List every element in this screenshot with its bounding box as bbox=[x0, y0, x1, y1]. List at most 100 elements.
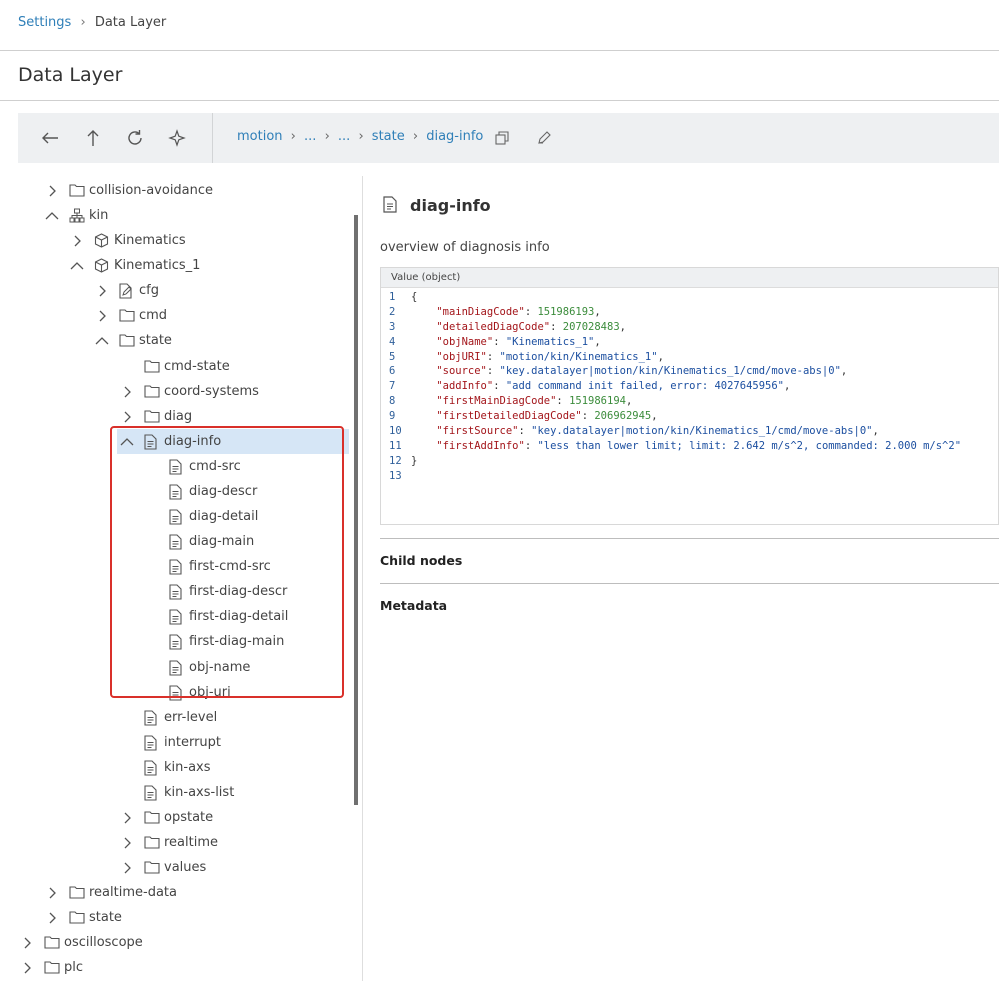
folder-icon bbox=[69, 910, 85, 926]
tree-item-realtime[interactable]: realtime bbox=[0, 832, 350, 854]
toolbar-divider bbox=[212, 113, 213, 163]
chevron-up-icon[interactable] bbox=[70, 259, 84, 273]
tree-item-cmd-state[interactable]: cmd-state bbox=[0, 356, 350, 378]
tree-item-diag-descr[interactable]: diag-descr bbox=[0, 481, 350, 503]
code-body: 1{2 "mainDiagCode": 151986193, 3 "detaile… bbox=[381, 288, 998, 484]
tree-item-label: first-diag-descr bbox=[189, 584, 288, 600]
tree-item-state[interactable]: state bbox=[0, 907, 350, 929]
node-path: motion › ... › ... › state › diag-info bbox=[237, 129, 483, 144]
value-editor[interactable]: Value (object) 1{2 "mainDiagCode": 15198… bbox=[380, 267, 999, 525]
chevron-right-icon[interactable] bbox=[95, 284, 109, 298]
line-number: 1 bbox=[389, 291, 396, 303]
chevron-right-icon[interactable] bbox=[120, 811, 134, 825]
breadcrumb-settings-link[interactable]: Settings bbox=[18, 15, 71, 30]
tree-item-label: oscilloscope bbox=[64, 935, 143, 951]
tree-item-kin-axs[interactable]: kin-axs bbox=[0, 757, 350, 779]
path-state[interactable]: state bbox=[372, 129, 405, 144]
locate-icon[interactable] bbox=[165, 126, 189, 150]
tree-item-cmd[interactable]: cmd bbox=[0, 305, 350, 327]
back-arrow-icon[interactable] bbox=[38, 126, 62, 150]
tree-scrollbar[interactable] bbox=[354, 215, 358, 805]
chevron-right-icon[interactable] bbox=[20, 936, 34, 950]
toolbar: motion › ... › ... › state › diag-info bbox=[18, 113, 999, 163]
chevron-right-icon[interactable] bbox=[70, 234, 84, 248]
tree-item-coord-systems[interactable]: coord-systems bbox=[0, 381, 350, 403]
code-line: 4 "objName": "Kinematics_1", bbox=[381, 335, 998, 350]
code-line: 1{ bbox=[381, 290, 998, 305]
code-token: , bbox=[840, 365, 848, 378]
tree-item-cfg[interactable]: cfg bbox=[0, 280, 350, 302]
tree-item-kin-axs-list[interactable]: kin-axs-list bbox=[0, 782, 350, 804]
header-divider bbox=[0, 50, 999, 51]
path-ellipsis-2[interactable]: ... bbox=[338, 129, 350, 144]
tree-item-label: cmd-state bbox=[164, 358, 230, 374]
code-line: 11 "firstAddInfo": "less than lower limi… bbox=[381, 439, 998, 454]
chevron-right-icon[interactable] bbox=[20, 961, 34, 975]
path-motion[interactable]: motion bbox=[237, 129, 283, 144]
tree-item-plc[interactable]: plc bbox=[0, 957, 350, 979]
tree-item-kin[interactable]: kin bbox=[0, 205, 350, 227]
chevron-right-icon[interactable] bbox=[45, 184, 59, 198]
tree-item-kinematics-1[interactable]: Kinematics_1 bbox=[0, 255, 350, 277]
chevron-right-icon[interactable] bbox=[45, 911, 59, 925]
tree-item-diag[interactable]: diag bbox=[0, 406, 350, 428]
tree-item-opstate[interactable]: opstate bbox=[0, 807, 350, 829]
code-token: : bbox=[493, 380, 506, 393]
chevron-right-icon[interactable] bbox=[95, 309, 109, 323]
path-separator: › bbox=[358, 129, 364, 144]
tree-item-first-diag-detail[interactable]: first-diag-detail bbox=[0, 606, 350, 628]
tree-item-label: opstate bbox=[164, 810, 214, 825]
chevron-up-icon[interactable] bbox=[45, 209, 59, 223]
code-token: : bbox=[581, 410, 595, 423]
tree-item-obj-uri[interactable]: obj-uri bbox=[0, 682, 350, 704]
tree-item-oscilloscope[interactable]: oscilloscope bbox=[0, 932, 350, 954]
path-ellipsis-1[interactable]: ... bbox=[304, 129, 316, 144]
tree-item-label: first-diag-main bbox=[189, 634, 285, 650]
path-diag-info[interactable]: diag-info bbox=[426, 129, 483, 144]
metadata-section[interactable]: Metadata bbox=[380, 598, 447, 613]
tree-item-label: cmd-src bbox=[189, 458, 241, 474]
code-token: , bbox=[657, 350, 664, 363]
tree-item-kinematics[interactable]: Kinematics bbox=[0, 230, 350, 252]
tree-item-label: state bbox=[89, 910, 122, 926]
folder-icon bbox=[144, 359, 160, 375]
tree-item-interrupt[interactable]: interrupt bbox=[0, 732, 350, 754]
breadcrumb-separator: › bbox=[80, 15, 86, 30]
tree-item-cmd-src[interactable]: cmd-src bbox=[0, 456, 350, 478]
tree-item-diag-detail[interactable]: diag-detail bbox=[0, 506, 350, 528]
tree-item-err-level[interactable]: err-level bbox=[0, 707, 350, 729]
code-line: 13 bbox=[381, 469, 998, 484]
chevron-up-icon[interactable] bbox=[120, 435, 134, 449]
tree-item-first-cmd-src[interactable]: first-cmd-src bbox=[0, 556, 350, 578]
tree-item-collision-avoidance[interactable]: collision-avoidance bbox=[0, 180, 350, 202]
chevron-right-icon[interactable] bbox=[120, 410, 134, 424]
tree-item-realtime-data[interactable]: realtime-data bbox=[0, 882, 350, 904]
tree-item-label: realtime bbox=[164, 835, 219, 851]
tree-item-first-diag-main[interactable]: first-diag-main bbox=[0, 631, 350, 653]
edit-icon[interactable] bbox=[532, 126, 556, 150]
code-token: , bbox=[625, 395, 633, 408]
chevron-up-icon[interactable] bbox=[95, 334, 109, 348]
cube-icon bbox=[94, 233, 110, 249]
tree-item-obj-name[interactable]: obj-name bbox=[0, 657, 350, 679]
document-icon bbox=[144, 735, 160, 751]
code-token: "key.datalayer|motion/kin/Kinematics_1/c… bbox=[531, 425, 873, 438]
folder-icon bbox=[144, 835, 160, 851]
chevron-right-icon[interactable] bbox=[120, 385, 134, 399]
child-nodes-section[interactable]: Child nodes bbox=[380, 553, 462, 568]
tree-item-label: kin-axs bbox=[164, 759, 211, 775]
tree-item-diag-main[interactable]: diag-main bbox=[0, 531, 350, 553]
tree-item-diag-info[interactable]: diag-info bbox=[0, 431, 350, 453]
tree-item-first-diag-descr[interactable]: first-diag-descr bbox=[0, 581, 350, 603]
tree-item-values[interactable]: values bbox=[0, 857, 350, 879]
copy-icon[interactable] bbox=[490, 126, 514, 150]
code-token: : bbox=[493, 335, 506, 348]
title-divider bbox=[0, 100, 999, 101]
chevron-right-icon[interactable] bbox=[45, 886, 59, 900]
refresh-icon[interactable] bbox=[123, 126, 147, 150]
chevron-right-icon[interactable] bbox=[120, 836, 134, 850]
chevron-right-icon[interactable] bbox=[120, 861, 134, 875]
up-arrow-icon[interactable] bbox=[81, 126, 105, 150]
tree-item-state[interactable]: state bbox=[0, 330, 350, 352]
